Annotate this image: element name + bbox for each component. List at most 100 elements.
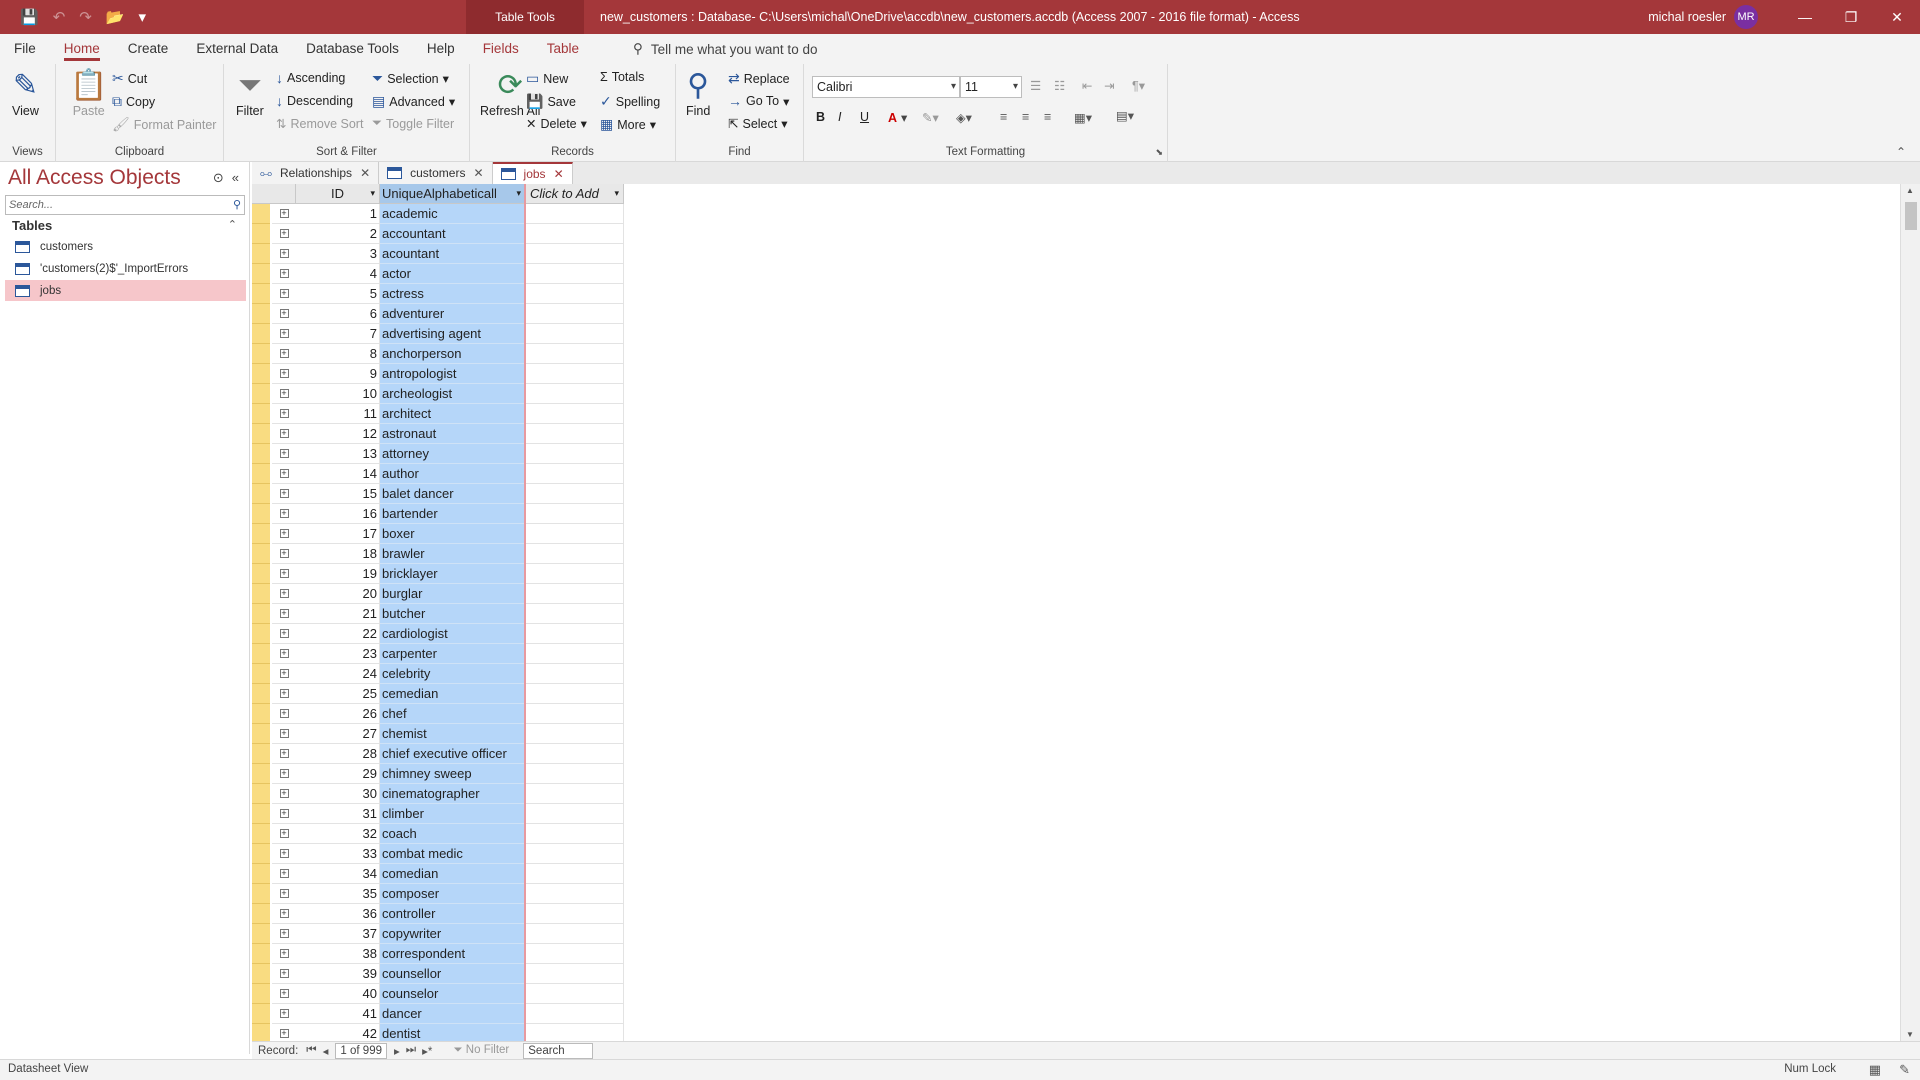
search-icon[interactable]: ⚲ xyxy=(233,196,241,214)
cell-click-to-add[interactable] xyxy=(526,904,624,924)
cell-click-to-add[interactable] xyxy=(526,404,624,424)
subdatasheet-expander[interactable]: + xyxy=(272,744,296,764)
record-selector[interactable] xyxy=(252,864,270,884)
cell-click-to-add[interactable] xyxy=(526,984,624,1004)
plus-icon[interactable]: + xyxy=(279,549,289,558)
subdatasheet-expander[interactable]: + xyxy=(272,944,296,964)
table-row[interactable]: +14 author xyxy=(252,464,624,484)
subdatasheet-expander[interactable]: + xyxy=(272,664,296,684)
subdatasheet-expander[interactable]: + xyxy=(272,684,296,704)
cell-click-to-add[interactable] xyxy=(526,364,624,384)
dialog-launcher-icon[interactable]: ⬊ xyxy=(1155,147,1163,158)
format-painter-button[interactable]: 🖌 Format Painter xyxy=(112,116,216,133)
paragraph-direction-button[interactable]: ¶▾ xyxy=(1132,78,1145,93)
cell-job[interactable]: coach xyxy=(380,824,524,844)
record-selector[interactable] xyxy=(252,1004,270,1024)
select-all-corner[interactable] xyxy=(252,184,296,204)
plus-icon[interactable]: + xyxy=(279,649,289,658)
font-size-select[interactable]: 11 ▾ xyxy=(960,76,1022,98)
cell-job[interactable]: advertising agent xyxy=(380,324,524,344)
cell-id[interactable]: 34 xyxy=(296,864,380,884)
gridlines-button[interactable]: ▦▾ xyxy=(1074,110,1092,125)
cell-job[interactable]: copywriter xyxy=(380,924,524,944)
tab-database-tools[interactable]: Database Tools xyxy=(292,34,413,64)
record-selector[interactable] xyxy=(252,364,270,384)
table-row[interactable]: +34 comedian xyxy=(252,864,624,884)
cell-click-to-add[interactable] xyxy=(526,284,624,304)
cell-id[interactable]: 38 xyxy=(296,944,380,964)
cell-click-to-add[interactable] xyxy=(526,604,624,624)
cell-click-to-add[interactable] xyxy=(526,764,624,784)
cell-job[interactable]: cemedian xyxy=(380,684,524,704)
chevron-down-icon[interactable]: ▾ xyxy=(516,184,521,203)
cell-click-to-add[interactable] xyxy=(526,464,624,484)
cell-id[interactable]: 7 xyxy=(296,324,380,344)
record-selector[interactable] xyxy=(252,524,270,544)
subdatasheet-expander[interactable]: + xyxy=(272,344,296,364)
find-button[interactable]: ⚲ Find xyxy=(686,70,710,119)
plus-icon[interactable]: + xyxy=(279,329,289,338)
redo-icon[interactable]: ↷ xyxy=(79,8,92,26)
tab-fields[interactable]: Fields xyxy=(469,34,533,64)
tab-table[interactable]: Table xyxy=(533,34,593,64)
record-selector[interactable] xyxy=(252,264,270,284)
design-view-icon[interactable]: ✎ xyxy=(1899,1062,1910,1078)
table-row[interactable]: +17 boxer xyxy=(252,524,624,544)
cell-click-to-add[interactable] xyxy=(526,804,624,824)
cell-id[interactable]: 11 xyxy=(296,404,380,424)
cell-id[interactable]: 4 xyxy=(296,264,380,284)
plus-icon[interactable]: + xyxy=(279,489,289,498)
cell-job[interactable]: combat medic xyxy=(380,844,524,864)
cell-job[interactable]: archeologist xyxy=(380,384,524,404)
table-row[interactable]: +38 correspondent xyxy=(252,944,624,964)
table-row[interactable]: +4 actor xyxy=(252,264,624,284)
record-selector[interactable] xyxy=(252,304,270,324)
current-record-input[interactable]: 1 of 999 xyxy=(335,1042,387,1059)
increase-indent-button[interactable]: ⇥ xyxy=(1104,78,1114,93)
plus-icon[interactable]: + xyxy=(279,849,289,858)
table-row[interactable]: +6 adventurer xyxy=(252,304,624,324)
customize-qat-icon[interactable]: ▾ xyxy=(139,8,147,26)
filter-button[interactable]: ⏷ Filter xyxy=(236,70,264,119)
cell-job[interactable]: academic xyxy=(380,204,524,224)
subdatasheet-expander[interactable]: + xyxy=(272,244,296,264)
subdatasheet-expander[interactable]: + xyxy=(272,804,296,824)
plus-icon[interactable]: + xyxy=(279,249,289,258)
cell-job[interactable]: cardiologist xyxy=(380,624,524,644)
cell-job[interactable]: chemist xyxy=(380,724,524,744)
table-row[interactable]: +32 coach xyxy=(252,824,624,844)
delete-record-button[interactable]: ✕ Delete ▾ xyxy=(526,116,587,132)
table-row[interactable]: +9 antropologist xyxy=(252,364,624,384)
align-left-button[interactable]: ≡ xyxy=(1000,110,1007,124)
subdatasheet-expander[interactable]: + xyxy=(272,604,296,624)
subdatasheet-expander[interactable]: + xyxy=(272,224,296,244)
cell-id[interactable]: 29 xyxy=(296,764,380,784)
subdatasheet-expander[interactable]: + xyxy=(272,784,296,804)
plus-icon[interactable]: + xyxy=(279,949,289,958)
cell-click-to-add[interactable] xyxy=(526,524,624,544)
cell-id[interactable]: 30 xyxy=(296,784,380,804)
go-to-button[interactable]: → Go To ▾ xyxy=(728,93,789,109)
table-row[interactable]: +25 cemedian xyxy=(252,684,624,704)
nav-search-input[interactable]: Search... ⚲ xyxy=(5,195,245,215)
replace-button[interactable]: ⇄ Replace xyxy=(728,70,790,87)
select-button[interactable]: ⇱ Select ▾ xyxy=(728,116,788,132)
vertical-scrollbar[interactable]: ▲ ▼ xyxy=(1900,184,1920,1041)
cell-job[interactable]: balet dancer xyxy=(380,484,524,504)
subdatasheet-expander[interactable]: + xyxy=(272,704,296,724)
subdatasheet-expander[interactable]: + xyxy=(272,544,296,564)
record-selector[interactable] xyxy=(252,744,270,764)
record-selector[interactable] xyxy=(252,664,270,684)
align-right-button[interactable]: ≡ xyxy=(1044,110,1051,124)
plus-icon[interactable]: + xyxy=(279,969,289,978)
chevron-down-icon[interactable]: ▾ xyxy=(614,184,619,203)
nav-item-import-errors[interactable]: 'customers(2)$'_ImportErrors xyxy=(5,258,246,279)
doc-tab-relationships[interactable]: ⧟ Relationships ✕ xyxy=(252,162,380,184)
cell-id[interactable]: 16 xyxy=(296,504,380,524)
table-row[interactable]: +15 balet dancer xyxy=(252,484,624,504)
table-row[interactable]: +16 bartender xyxy=(252,504,624,524)
column-header-job[interactable]: UniqueAlphabeticall ▾ xyxy=(380,184,526,204)
close-icon[interactable]: ✕ xyxy=(473,166,483,180)
cell-job[interactable]: cinematographer xyxy=(380,784,524,804)
record-selector[interactable] xyxy=(252,724,270,744)
